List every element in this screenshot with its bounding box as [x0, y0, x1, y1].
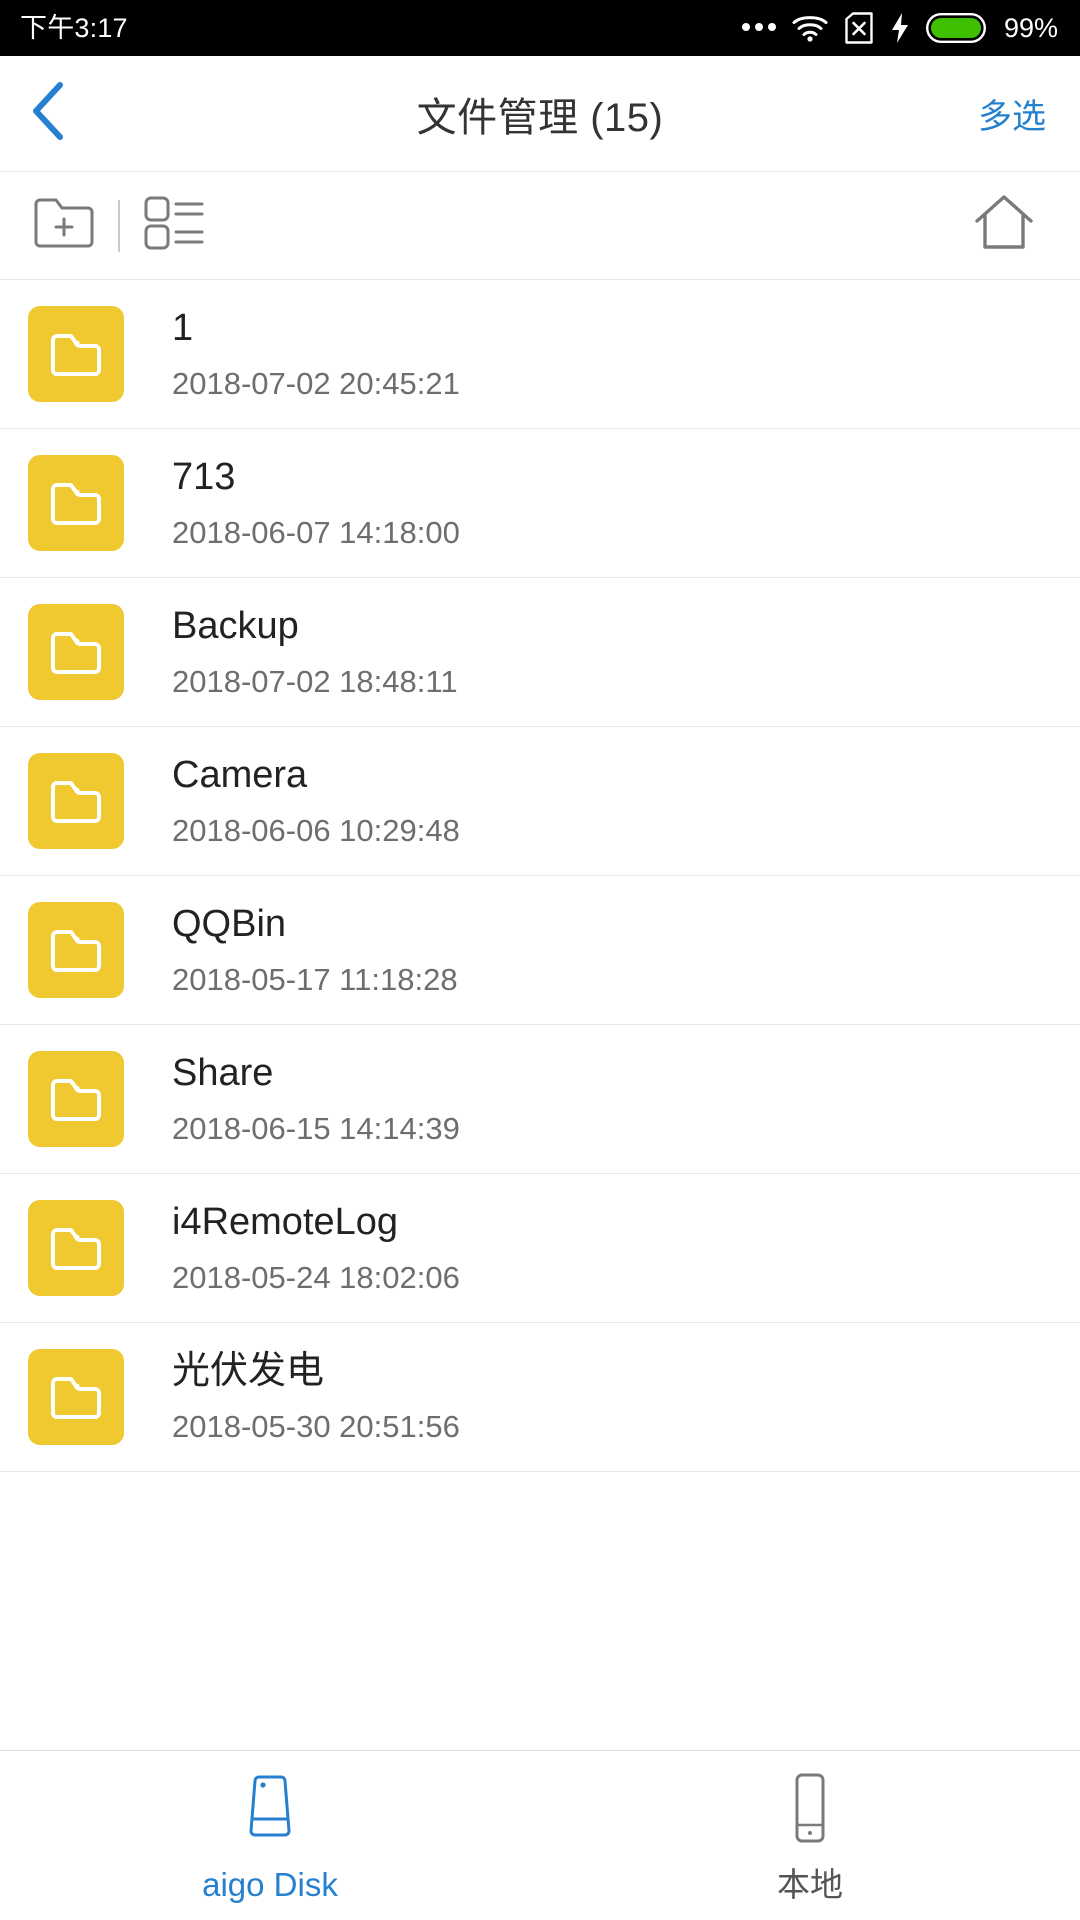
file-name: 713	[172, 455, 236, 498]
file-date: 2018-06-06 10:29:48	[172, 813, 460, 849]
chevron-left-icon	[28, 80, 70, 147]
no-sim-icon	[844, 12, 874, 44]
file-list-item[interactable]: 光伏发电 2018-05-30 20:51:56	[0, 1323, 1080, 1472]
folder-icon	[28, 902, 124, 998]
page-title: 文件管理 (15)	[416, 95, 664, 140]
bottom-tab-bar: aigo Disk 本地	[0, 1750, 1080, 1920]
file-meta: Camera 2018-06-06 10:29:48	[172, 751, 460, 852]
file-name: 光伏发电	[172, 1349, 325, 1392]
view-mode-button[interactable]	[134, 186, 214, 266]
file-list-item[interactable]: i4RemoteLog 2018-05-24 18:02:06	[0, 1174, 1080, 1323]
status-bar: 下午3:17 99%	[0, 0, 1080, 56]
file-meta: 1 2018-07-02 20:45:21	[172, 304, 460, 405]
file-list-item[interactable]: 1 2018-07-02 20:45:21	[0, 280, 1080, 429]
charging-bolt-icon	[890, 12, 910, 44]
file-name: 1	[172, 306, 194, 349]
toolbar	[0, 172, 1080, 280]
list-view-icon	[143, 195, 205, 256]
phone-icon	[784, 1771, 836, 1854]
battery-icon	[925, 13, 986, 43]
tab-label-aigo-disk: aigo Disk	[202, 1865, 338, 1903]
status-time: 下午3:17	[20, 12, 128, 43]
file-name: Backup	[172, 604, 299, 647]
tab-local[interactable]: 本地	[540, 1751, 1080, 1920]
file-name: Share	[172, 1051, 274, 1094]
file-meta: 光伏发电 2018-05-30 20:51:56	[172, 1347, 460, 1448]
folder-plus-icon	[33, 197, 95, 254]
file-date: 2018-07-02 18:48:11	[172, 664, 458, 700]
file-meta: Share 2018-06-15 14:14:39	[172, 1049, 460, 1150]
folder-icon	[28, 455, 124, 551]
folder-icon	[28, 604, 124, 700]
wifi-icon	[792, 14, 828, 42]
file-list-item[interactable]: Camera 2018-06-06 10:29:48	[0, 727, 1080, 876]
file-list-item[interactable]: QQBin 2018-05-17 11:18:28	[0, 876, 1080, 1025]
folder-icon	[28, 753, 124, 849]
file-list-item[interactable]: Backup 2018-07-02 18:48:11	[0, 578, 1080, 727]
multi-select-button[interactable]: 多选	[978, 89, 1080, 138]
file-date: 2018-06-07 14:18:00	[172, 515, 460, 551]
toolbar-divider	[118, 199, 120, 252]
tab-aigo-disk[interactable]: aigo Disk	[0, 1751, 540, 1920]
file-date: 2018-05-17 11:18:28	[172, 962, 458, 998]
home-button[interactable]	[964, 186, 1044, 266]
file-date: 2018-05-30 20:51:56	[172, 1409, 460, 1445]
more-dots-icon	[741, 22, 776, 34]
file-name: QQBin	[172, 902, 287, 945]
folder-icon	[28, 1051, 124, 1147]
folder-icon	[28, 306, 124, 402]
file-date: 2018-05-24 18:02:06	[172, 1260, 460, 1296]
file-meta: Backup 2018-07-02 18:48:11	[172, 602, 458, 703]
folder-icon	[28, 1349, 124, 1445]
battery-percent-label: 99%	[1003, 12, 1058, 43]
file-date: 2018-07-02 20:45:21	[172, 366, 460, 402]
folder-icon	[28, 1200, 124, 1296]
file-name: i4RemoteLog	[172, 1200, 399, 1243]
back-button[interactable]	[0, 56, 120, 171]
file-list[interactable]: 1 2018-07-02 20:45:21 713 2018-06-07 14:18:…	[0, 280, 1080, 1750]
home-icon	[973, 193, 1035, 258]
file-meta: QQBin 2018-05-17 11:18:28	[172, 900, 458, 1001]
file-meta: i4RemoteLog 2018-05-24 18:02:06	[172, 1198, 460, 1299]
toolbar-left-group	[24, 186, 214, 266]
file-list-item[interactable]: Share 2018-06-15 14:14:39	[0, 1025, 1080, 1174]
file-name: Camera	[172, 753, 308, 796]
file-manager-screen: 下午3:17 99% 文件管理 (15) 多选 1 2018-07-02 20:…	[0, 0, 1080, 1920]
status-icons: 99%	[741, 12, 1058, 44]
tab-label-local: 本地	[777, 1865, 843, 1903]
external-disk-icon	[239, 1771, 301, 1854]
new-folder-button[interactable]	[24, 186, 104, 266]
title-bar: 文件管理 (15) 多选	[0, 56, 1080, 172]
file-date: 2018-06-15 14:14:39	[172, 1111, 460, 1147]
file-list-item[interactable]: 713 2018-06-07 14:18:00	[0, 429, 1080, 578]
file-meta: 713 2018-06-07 14:18:00	[172, 453, 460, 554]
